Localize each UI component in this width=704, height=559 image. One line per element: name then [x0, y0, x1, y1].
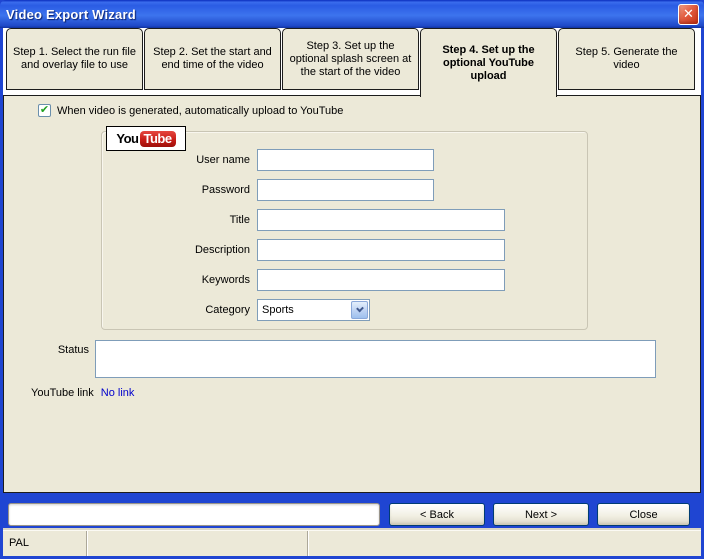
back-button[interactable]: < Back: [389, 503, 485, 526]
youtube-logo-tube: Tube: [140, 131, 176, 147]
window-title: Video Export Wizard: [6, 7, 136, 22]
youtube-logo: You Tube: [106, 126, 186, 151]
category-row: Category Sports: [102, 299, 587, 321]
youtube-groupbox: You Tube User name Password Title Descri…: [101, 131, 588, 330]
tab-step2[interactable]: Step 2. Set the start and end time of th…: [144, 28, 281, 90]
title-input[interactable]: [257, 209, 505, 231]
statusbar-panel-2: [87, 531, 308, 556]
status-label: Status: [4, 340, 95, 378]
youtube-link-row: YouTube link No link: [31, 387, 700, 399]
video-export-wizard-window: Video Export Wizard ✕ Step 1. Select the…: [0, 0, 704, 559]
youtube-link-value[interactable]: No link: [101, 387, 135, 399]
tab-step5[interactable]: Step 5. Generate the video: [558, 28, 695, 90]
auto-upload-checkbox[interactable]: ✔: [38, 104, 51, 117]
username-label: User name: [102, 154, 257, 166]
category-select[interactable]: Sports: [257, 299, 370, 321]
youtube-link-label: YouTube link: [31, 387, 94, 399]
tab-step4-active[interactable]: Step 4. Set up the optional YouTube uplo…: [420, 28, 557, 97]
description-label: Description: [102, 244, 257, 256]
wizard-tabstrip: Step 1. Select the run file and overlay …: [3, 28, 701, 95]
description-row: Description: [102, 239, 587, 261]
title-label: Title: [102, 214, 257, 226]
progress-bar: [8, 503, 380, 526]
tab-step3[interactable]: Step 3. Set up the optional splash scree…: [282, 28, 419, 90]
title-row: Title: [102, 209, 587, 231]
window-frame: Step 1. Select the run file and overlay …: [0, 28, 704, 559]
tab-step1[interactable]: Step 1. Select the run file and overlay …: [6, 28, 143, 90]
footer-bar: < Back Next > Close: [3, 493, 701, 530]
next-button[interactable]: Next >: [493, 503, 589, 526]
auto-upload-label: When video is generated, automatically u…: [57, 105, 343, 117]
statusbar-panel-3: [308, 531, 701, 556]
category-label: Category: [102, 304, 257, 316]
category-selected-value: Sports: [258, 304, 350, 316]
step4-tab-page: ✔ When video is generated, automatically…: [3, 95, 701, 493]
status-bar: PAL: [3, 530, 701, 556]
statusbar-panel-pal: PAL: [3, 531, 87, 556]
auto-upload-row: ✔ When video is generated, automatically…: [38, 104, 700, 117]
keywords-input[interactable]: [257, 269, 505, 291]
close-icon[interactable]: ✕: [678, 4, 699, 25]
keywords-row: Keywords: [102, 269, 587, 291]
description-input[interactable]: [257, 239, 505, 261]
chevron-down-icon: [356, 305, 364, 313]
password-input[interactable]: [257, 179, 434, 201]
close-button[interactable]: Close: [597, 503, 690, 526]
username-row: User name: [102, 149, 587, 171]
username-input[interactable]: [257, 149, 434, 171]
youtube-logo-you: You: [116, 131, 138, 146]
status-row: Status: [4, 340, 700, 378]
password-row: Password: [102, 179, 587, 201]
category-dropdown-button[interactable]: [351, 301, 368, 319]
password-label: Password: [102, 184, 257, 196]
titlebar: Video Export Wizard ✕: [0, 0, 704, 28]
status-textbox[interactable]: [95, 340, 656, 378]
keywords-label: Keywords: [102, 274, 257, 286]
